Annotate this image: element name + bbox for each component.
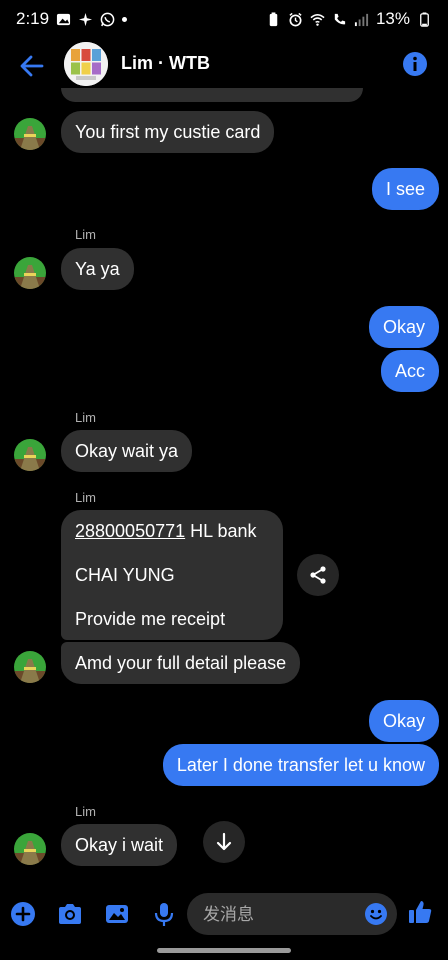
message-input-box[interactable]	[187, 893, 397, 937]
status-right: 13%	[266, 9, 432, 29]
thumbs-up-icon[interactable]	[406, 898, 434, 926]
lim-avatar-image	[14, 257, 46, 289]
account-holder-name: CHAI YUNG	[75, 565, 175, 585]
chat-avatar[interactable]	[64, 42, 108, 86]
emoji-icon[interactable]	[364, 902, 388, 926]
message-composer	[0, 890, 448, 938]
share-icon	[310, 566, 326, 584]
lim-avatar[interactable]	[14, 651, 46, 683]
sender-name: Lim	[75, 227, 96, 242]
chat-header: Lim · WTB	[0, 38, 448, 94]
info-icon[interactable]	[402, 51, 428, 77]
scroll-to-bottom-button[interactable]	[203, 821, 245, 863]
wifi-icon	[310, 13, 325, 26]
battery-percent: 13%	[375, 9, 410, 28]
message-list[interactable]: You first my custie card I see Lim Ya ya…	[0, 88, 448, 874]
message-bubble[interactable]: Amd your full detail please	[61, 642, 301, 684]
bank-name: HL bank	[185, 521, 257, 541]
message-bubble[interactable]: Okay wait ya	[61, 430, 193, 472]
battery-saver-icon	[269, 11, 278, 26]
back-arrow-icon[interactable]	[18, 52, 46, 80]
lim-avatar[interactable]	[14, 118, 46, 150]
message-input[interactable]	[201, 893, 365, 937]
sender-name: Lim	[75, 410, 96, 425]
lim-avatar-image	[14, 118, 46, 150]
message-bubble[interactable]: You first my custie card	[61, 111, 275, 153]
group-avatar-image	[64, 42, 108, 86]
lim-avatar[interactable]	[14, 833, 46, 865]
camera-icon[interactable]	[56, 900, 84, 928]
bank-details-message[interactable]: 28800050771 HL bank CHAI YUNG Provide me…	[61, 510, 283, 640]
status-left: 2:19	[16, 9, 128, 29]
lim-avatar-image	[14, 439, 46, 471]
arrow-down-icon	[216, 832, 232, 851]
gallery-notification-icon	[57, 13, 71, 25]
lim-avatar[interactable]	[14, 439, 46, 471]
message-bubble[interactable]: Ya ya	[61, 248, 134, 290]
share-button[interactable]	[297, 554, 339, 596]
message-bubble[interactable]: Okay	[368, 306, 439, 348]
message-bubble[interactable]: I see	[371, 168, 439, 210]
lim-avatar-image	[14, 833, 46, 865]
lim-avatar[interactable]	[14, 257, 46, 289]
wifi-call-icon	[334, 13, 346, 24]
whatsapp-notification-icon	[100, 12, 115, 26]
status-bar: 2:19 13%	[0, 0, 448, 38]
messenger-screen: 2:19 13% Lim · WTB You first my custie c…	[0, 0, 448, 960]
account-number-link[interactable]: 28800050771	[75, 521, 185, 541]
home-indicator[interactable]	[157, 948, 291, 953]
message-bubble[interactable]: Okay	[368, 700, 439, 742]
gallery-icon[interactable]	[103, 900, 131, 928]
bank-account-line: 28800050771 HL bank	[75, 520, 269, 542]
more-notifications-dot	[122, 16, 128, 22]
battery-icon	[420, 11, 429, 27]
sender-name: Lim	[75, 804, 96, 819]
message-bubble[interactable]: Later I done transfer let u know	[162, 744, 439, 786]
lim-avatar-image	[14, 651, 46, 683]
signal-icon	[354, 13, 369, 26]
sender-name: Lim	[75, 490, 96, 505]
status-time: 2:19	[16, 9, 50, 28]
sparkle-notification-icon	[79, 12, 93, 26]
message-bubble[interactable]: Acc	[380, 350, 439, 392]
alarm-icon	[289, 12, 302, 26]
receipt-request: Provide me receipt	[75, 609, 226, 629]
microphone-icon[interactable]	[150, 900, 178, 928]
partial-previous-message	[61, 88, 363, 102]
plus-circle-icon[interactable]	[9, 900, 37, 928]
chat-title[interactable]: Lim · WTB	[121, 53, 210, 74]
message-bubble[interactable]: Okay i wait	[61, 824, 178, 866]
